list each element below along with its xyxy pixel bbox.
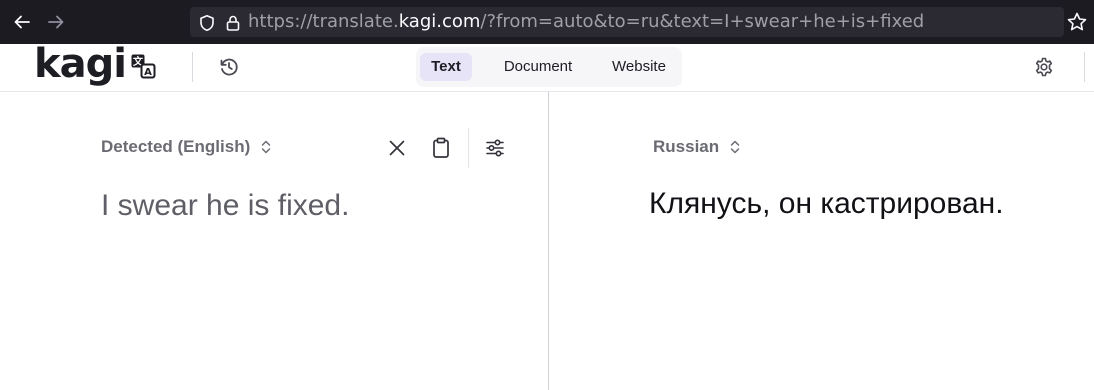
kagi-logo[interactable]: kagi 文 A [34, 44, 156, 90]
source-text-input[interactable]: I swear he is fixed. [101, 188, 349, 224]
translate-icon: 文 A [131, 54, 156, 79]
gear-icon [1035, 57, 1053, 77]
tab-document[interactable]: Document [496, 53, 580, 81]
paste-button[interactable] [428, 135, 454, 161]
back-arrow-icon [14, 15, 30, 29]
target-language-selector[interactable]: Russian [653, 134, 741, 160]
bookmark-button[interactable] [1066, 11, 1088, 33]
lock-icon[interactable] [224, 14, 242, 32]
forward-button[interactable] [44, 10, 68, 34]
clipboard-icon [433, 137, 449, 158]
source-language-label: Detected (English) [101, 137, 251, 156]
svg-text:A: A [144, 67, 152, 78]
url-suffix: /?from=auto&to=ru&text=I+swear+he+is+fix… [480, 11, 925, 32]
url-text[interactable]: https://translate.kagi.com/?from=auto&to… [248, 11, 924, 33]
toolbar-divider [468, 128, 469, 168]
panel-divider [548, 92, 549, 390]
clear-button[interactable] [384, 135, 410, 161]
url-domain: kagi.com [398, 11, 481, 32]
mode-tabs: Text Document Website [416, 47, 682, 87]
source-language-selector[interactable]: Detected (English) [101, 134, 272, 160]
translated-text: Клянусь, он кастрирован. [649, 187, 1004, 220]
url-bar[interactable]: https://translate.kagi.com/?from=auto&to… [190, 7, 1064, 37]
sliders-icon [486, 139, 504, 157]
history-button[interactable] [218, 56, 240, 78]
target-language-label: Russian [653, 137, 720, 156]
star-icon [1067, 12, 1087, 31]
app-header: kagi 文 A Text Document Website [0, 44, 1094, 92]
tab-website[interactable]: Website [604, 53, 674, 81]
browser-toolbar: https://translate.kagi.com/?from=auto&to… [0, 0, 1094, 44]
url-prefix: https://translate. [248, 11, 399, 32]
chevron-updown-icon [730, 140, 740, 154]
history-icon [220, 58, 238, 76]
header-divider [192, 52, 193, 82]
tab-text[interactable]: Text [420, 53, 472, 81]
forward-arrow-icon [48, 15, 64, 29]
header-divider [1084, 52, 1085, 82]
translation-options-button[interactable] [482, 135, 508, 161]
shield-icon[interactable] [198, 14, 216, 32]
logo-text: kagi [34, 41, 127, 87]
settings-button[interactable] [1033, 56, 1055, 78]
chevron-updown-icon [262, 140, 271, 154]
close-icon [389, 140, 405, 156]
back-button[interactable] [10, 10, 34, 34]
